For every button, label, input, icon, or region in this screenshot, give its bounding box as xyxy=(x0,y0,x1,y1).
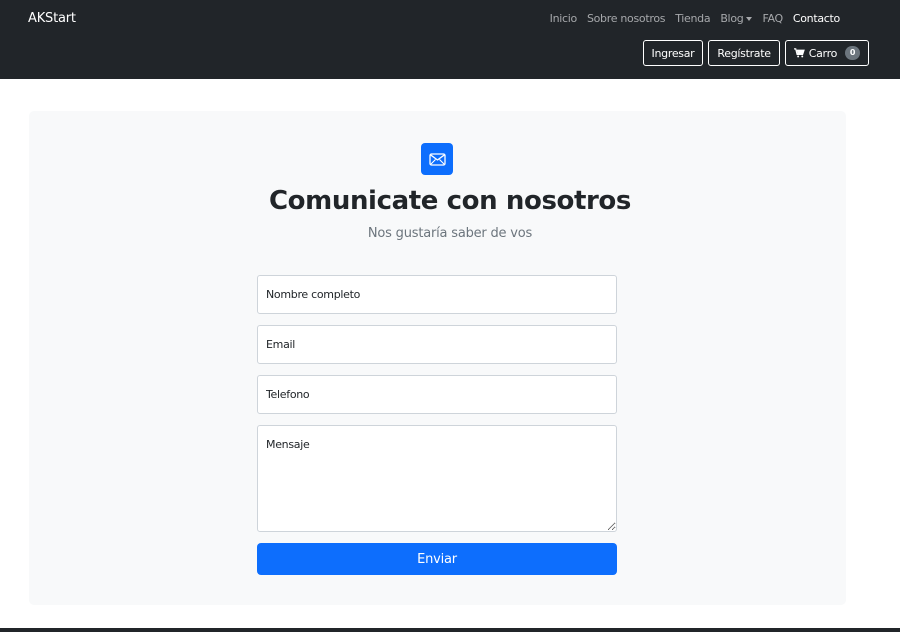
envelope-icon xyxy=(421,143,453,175)
top-navbar: AKStart Inicio Sobre nosotros Tienda Blo… xyxy=(0,0,900,79)
email-field[interactable] xyxy=(257,325,617,364)
nav-link-blog[interactable]: Blog xyxy=(720,12,743,25)
name-field[interactable] xyxy=(257,275,617,314)
envelope-glyph xyxy=(428,152,446,166)
cart-count-badge: 0 xyxy=(845,46,860,60)
register-button[interactable]: Regístrate xyxy=(708,40,780,66)
page-title: Comunicate con nosotros xyxy=(269,186,631,216)
nav-link-contacto[interactable]: Contacto xyxy=(793,12,840,25)
submit-button[interactable]: Enviar xyxy=(257,543,617,575)
login-button[interactable]: Ingresar xyxy=(642,40,704,66)
cart-button[interactable]: Carro 0 xyxy=(784,40,869,66)
nav-link-faq[interactable]: FAQ xyxy=(762,12,783,25)
cart-label: Carro xyxy=(808,46,838,60)
caret-down-icon xyxy=(746,16,753,21)
page-subtitle: Nos gustaría saber de vos xyxy=(367,226,533,241)
contact-form: Enviar xyxy=(257,275,617,575)
nav-dropdown-blog[interactable]: Blog xyxy=(720,12,753,25)
message-field[interactable] xyxy=(257,425,617,532)
nav-link-sobre-nosotros[interactable]: Sobre nosotros xyxy=(587,12,666,25)
brand-logo[interactable]: AKStart xyxy=(28,11,76,26)
cart-icon xyxy=(793,48,805,58)
phone-field[interactable] xyxy=(257,375,617,414)
footer-edge xyxy=(0,628,900,632)
nav-links: Inicio Sobre nosotros Tienda Blog FAQ Co… xyxy=(550,12,841,25)
nav-buttons: Ingresar Regístrate Carro 0 xyxy=(642,40,869,66)
nav-link-inicio[interactable]: Inicio xyxy=(550,12,578,25)
nav-link-tienda[interactable]: Tienda xyxy=(675,12,710,25)
